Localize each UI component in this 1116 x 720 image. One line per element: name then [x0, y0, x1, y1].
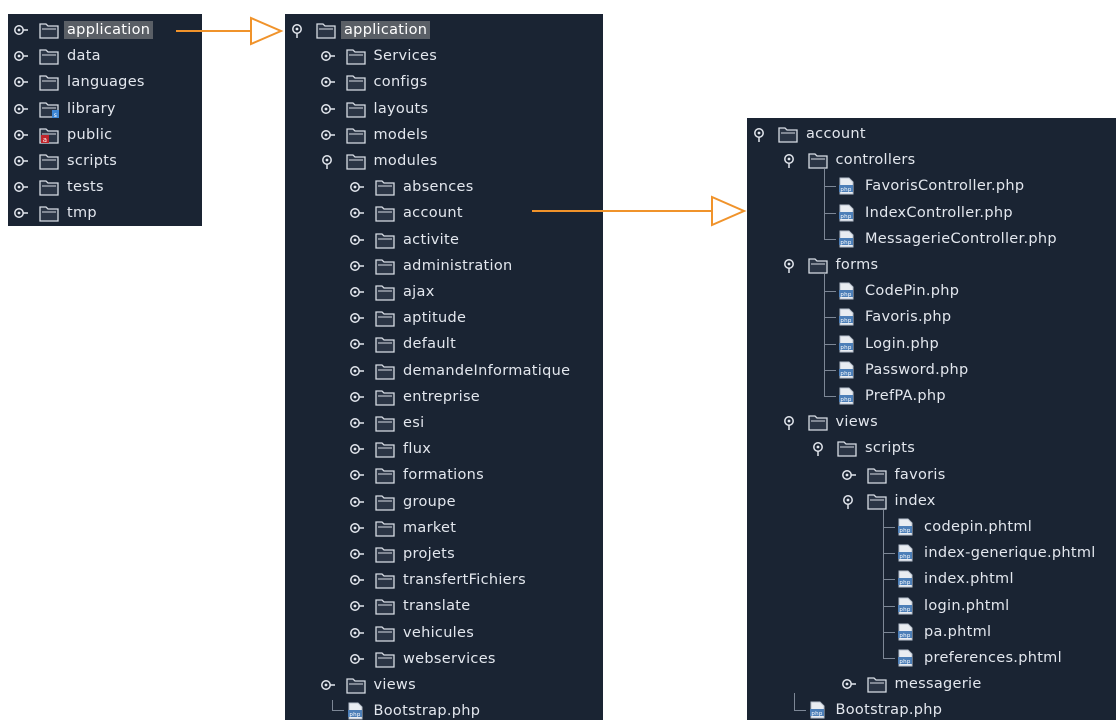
- arrow-2-icon: [532, 195, 747, 227]
- arrow-application-to-expanded: [176, 16, 747, 227]
- arrow-1-icon: [176, 16, 284, 46]
